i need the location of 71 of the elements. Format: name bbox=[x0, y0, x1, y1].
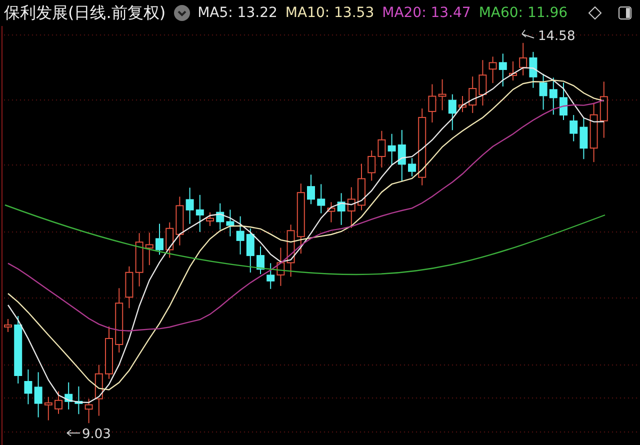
candlestick bbox=[4, 318, 12, 332]
candlestick bbox=[519, 42, 528, 76]
candlestick bbox=[549, 77, 558, 116]
candlestick bbox=[398, 129, 406, 182]
indicator-label: MA10: 13.53 bbox=[285, 4, 374, 22]
candlestick bbox=[327, 202, 336, 223]
candlestick bbox=[54, 390, 62, 414]
candlestick bbox=[286, 224, 295, 278]
candlestick bbox=[74, 386, 83, 415]
candlestick bbox=[317, 184, 326, 214]
candlestick bbox=[216, 202, 224, 230]
candlestick bbox=[226, 209, 234, 237]
candlestick bbox=[196, 194, 204, 232]
candlestick bbox=[206, 212, 214, 226]
candlestick bbox=[246, 228, 254, 274]
candlestick bbox=[14, 316, 22, 384]
candlestick bbox=[296, 183, 305, 254]
candlestick bbox=[428, 84, 436, 123]
candlestick bbox=[276, 247, 285, 286]
leader-line bbox=[522, 30, 534, 38]
candlestick bbox=[115, 288, 124, 353]
indicator-label: MA20: 13.47 bbox=[382, 4, 471, 22]
candlestick bbox=[24, 369, 32, 405]
candlestick bbox=[166, 222, 174, 258]
candlestick bbox=[186, 187, 194, 224]
candlestick bbox=[488, 56, 497, 84]
candlestick bbox=[478, 60, 487, 106]
diamond-icon[interactable] bbox=[588, 6, 602, 20]
candlestick bbox=[590, 102, 598, 163]
candlestick bbox=[34, 372, 42, 418]
candlestick bbox=[438, 78, 446, 111]
candlestick bbox=[156, 223, 164, 256]
candlestick bbox=[539, 73, 548, 110]
candlestick bbox=[498, 53, 507, 87]
low-price-label: 9.03 bbox=[82, 427, 111, 442]
candlestick bbox=[176, 196, 184, 246]
dropdown-icon[interactable] bbox=[174, 5, 190, 21]
candlestick bbox=[266, 262, 275, 290]
candlestick bbox=[135, 232, 144, 287]
candlestick bbox=[388, 133, 396, 166]
leader-line bbox=[66, 430, 80, 436]
candlestick bbox=[448, 94, 456, 131]
candlestick bbox=[580, 118, 588, 160]
indicator-label: MA5: 13.22 bbox=[198, 4, 278, 22]
candlestick bbox=[44, 396, 52, 421]
candlestick bbox=[529, 51, 538, 88]
candlestick bbox=[125, 266, 134, 309]
candlestick bbox=[570, 114, 578, 142]
candlestick bbox=[347, 186, 356, 228]
candlestick bbox=[368, 150, 376, 182]
candlestick bbox=[307, 174, 315, 205]
stock-title: 保利发展(日线.前复权) bbox=[4, 2, 166, 24]
candlestick bbox=[509, 60, 517, 81]
candlestick bbox=[236, 216, 244, 255]
candlestick bbox=[105, 326, 113, 380]
candlestick bbox=[256, 246, 264, 275]
candlestick bbox=[337, 192, 346, 226]
panel-icon[interactable] bbox=[618, 6, 632, 20]
candlestick bbox=[408, 158, 416, 177]
candlestick bbox=[600, 81, 608, 138]
candlestick bbox=[145, 232, 154, 266]
candlestick bbox=[560, 82, 568, 120]
candlestick bbox=[84, 398, 93, 424]
high-price-label: 14.58 bbox=[538, 29, 576, 44]
candlestick bbox=[358, 163, 366, 211]
candlestick bbox=[94, 364, 103, 416]
candlestick bbox=[458, 96, 466, 113]
candlestick bbox=[468, 76, 477, 114]
candlestick bbox=[378, 130, 386, 168]
candlestick bbox=[64, 382, 73, 410]
indicator-label: MA60: 11.96 bbox=[478, 4, 568, 22]
